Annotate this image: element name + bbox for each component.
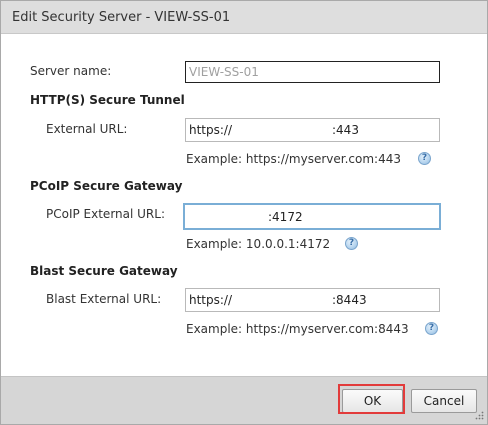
pcoip-url-label: PCoIP External URL: <box>46 207 165 221</box>
external-url-label: External URL: <box>46 122 128 136</box>
external-url-port: :443 <box>332 123 359 137</box>
resize-grip-icon[interactable] <box>474 411 484 421</box>
question-circle-icon[interactable]: ? <box>425 322 438 335</box>
server-name-field: VIEW-SS-01 <box>185 61 440 83</box>
http-tunnel-heading: HTTP(S) Secure Tunnel <box>30 93 185 107</box>
pcoip-gateway-heading: PCoIP Secure Gateway <box>30 179 183 193</box>
question-circle-icon[interactable]: ? <box>418 152 431 165</box>
pcoip-url-example: Example: 10.0.0.1:4172 <box>186 237 331 251</box>
external-url-input[interactable]: https:// :443 <box>185 118 440 142</box>
external-url-prefix: https:// <box>189 123 233 137</box>
blast-url-port: :8443 <box>332 293 367 307</box>
blast-gateway-heading: Blast Secure Gateway <box>30 264 178 278</box>
dialog-title: Edit Security Server - VIEW-SS-01 <box>12 10 231 25</box>
server-name-value: VIEW-SS-01 <box>189 65 259 79</box>
edit-security-server-dialog: Edit Security Server - VIEW-SS-01 Server… <box>0 0 488 425</box>
pcoip-url-port: :4172 <box>268 210 303 224</box>
dialog-titlebar[interactable]: Edit Security Server - VIEW-SS-01 <box>1 1 487 34</box>
pcoip-url-input[interactable]: :4172 <box>183 203 441 230</box>
blast-url-input[interactable]: https:// :8443 <box>185 288 440 312</box>
dialog-content: Server name: VIEW-SS-01 HTTP(S) Secure T… <box>1 34 487 376</box>
blast-url-label: Blast External URL: <box>46 292 162 306</box>
blast-url-example: Example: https://myserver.com:8443 <box>186 322 409 336</box>
server-name-label: Server name: <box>30 64 112 78</box>
external-url-example: Example: https://myserver.com:443 <box>186 152 401 166</box>
dialog-footer: OK Cancel <box>1 376 487 424</box>
blast-url-prefix: https:// <box>189 293 233 307</box>
cancel-button[interactable]: Cancel <box>411 389 477 413</box>
question-circle-icon[interactable]: ? <box>345 237 358 250</box>
ok-button-highlight <box>338 384 405 414</box>
